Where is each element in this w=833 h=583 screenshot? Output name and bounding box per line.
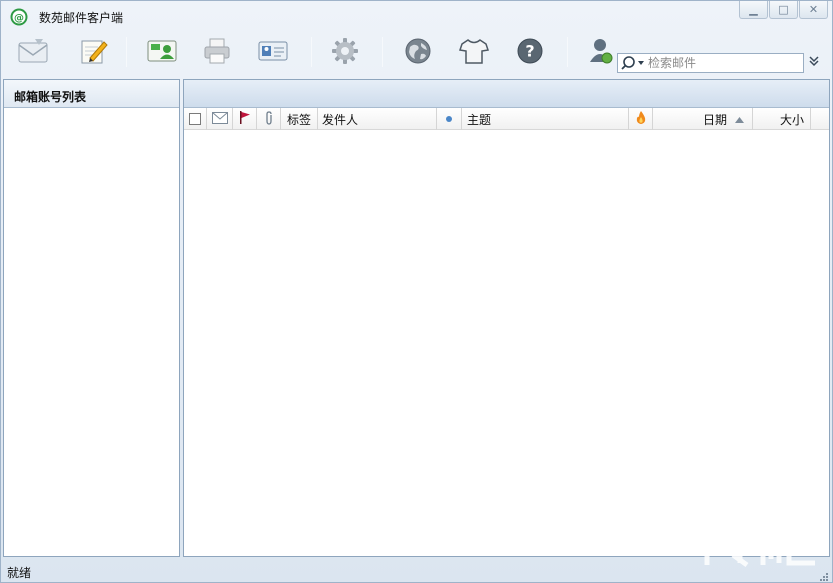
minimize-button[interactable]: ▁: [739, 1, 768, 19]
window-title: 数苑邮件客户端: [39, 11, 124, 25]
column-read[interactable]: [207, 108, 233, 130]
skin-tshirt-icon: [458, 37, 490, 68]
paperclip-icon: [264, 110, 274, 128]
address-card-icon: [257, 38, 289, 67]
print-icon: [202, 37, 232, 68]
status-text: 就绪: [7, 566, 32, 580]
column-date-label: 日期: [702, 112, 727, 127]
dot-icon: [446, 116, 452, 122]
settings-gear-icon: [331, 37, 359, 68]
help-icon: ?: [516, 37, 544, 68]
column-select[interactable]: [184, 108, 207, 130]
account-list-header: 邮箱账号列表: [4, 80, 179, 108]
column-tag[interactable]: 标签: [281, 108, 318, 130]
web-button[interactable]: [401, 35, 435, 69]
toolbar-expand-icon[interactable]: [808, 55, 820, 67]
column-size-label: 大小: [779, 112, 804, 127]
account-user-icon: [587, 36, 615, 69]
column-priority[interactable]: [629, 108, 653, 130]
receive-mail-button[interactable]: [16, 35, 50, 69]
column-sender-label: 发件人: [322, 112, 359, 127]
minimize-icon: ▁: [749, 3, 758, 16]
column-size[interactable]: 大小: [753, 108, 811, 130]
toolbar: ?: [1, 31, 832, 73]
compose-icon: [78, 36, 108, 69]
column-subject-label: 主题: [467, 112, 492, 127]
globe-icon: [404, 37, 432, 68]
contacts-button[interactable]: [145, 35, 179, 69]
column-date[interactable]: 日期: [653, 108, 753, 130]
account-list[interactable]: [4, 108, 179, 556]
svg-text:@: @: [14, 13, 24, 24]
sort-ascending-icon: [735, 112, 744, 126]
search-icon[interactable]: [618, 54, 648, 72]
close-button[interactable]: ✕: [799, 1, 828, 19]
envelope-icon: [211, 111, 228, 127]
column-status[interactable]: [437, 108, 462, 130]
contacts-icon: [146, 38, 178, 67]
account-button[interactable]: [584, 35, 618, 69]
settings-button[interactable]: [328, 35, 362, 69]
close-icon: ✕: [808, 3, 819, 16]
column-flag[interactable]: [233, 108, 257, 130]
message-list-panel: 标签 发件人 主题 日期 大小: [183, 79, 830, 557]
search-box: [617, 53, 804, 73]
flag-icon: [239, 111, 251, 127]
print-button[interactable]: [200, 35, 234, 69]
column-sender[interactable]: 发件人: [318, 108, 437, 130]
help-button[interactable]: ?: [513, 35, 547, 69]
column-tag-label: 标签: [287, 112, 312, 127]
search-input[interactable]: [648, 55, 796, 71]
select-all-checkbox[interactable]: [189, 113, 201, 125]
maximize-icon: □: [778, 3, 789, 16]
main-window: @ 数苑邮件客户端 ▁ □ ✕ ? 检索邮件 邮箱账号列表 标签 发件人 主题 …: [0, 0, 833, 583]
fire-icon: [635, 110, 647, 128]
column-subject[interactable]: 主题: [462, 108, 629, 130]
account-list-panel: 邮箱账号列表: [3, 79, 180, 557]
receive-mail-icon: [17, 37, 49, 68]
compose-button[interactable]: [76, 35, 110, 69]
app-logo-icon: @: [10, 8, 28, 26]
message-list-header-bar: [184, 80, 829, 108]
column-header-row: 标签 发件人 主题 日期 大小: [184, 108, 829, 130]
column-attachment[interactable]: [257, 108, 281, 130]
watermark-logo-icon: [689, 519, 824, 577]
message-list-body[interactable]: [184, 130, 829, 556]
maximize-button[interactable]: □: [769, 1, 798, 19]
address-card-button[interactable]: [256, 35, 290, 69]
skin-button[interactable]: [457, 35, 491, 69]
title-bar: @ 数苑邮件客户端 ▁ □ ✕: [1, 1, 832, 31]
svg-text:?: ?: [525, 41, 534, 60]
